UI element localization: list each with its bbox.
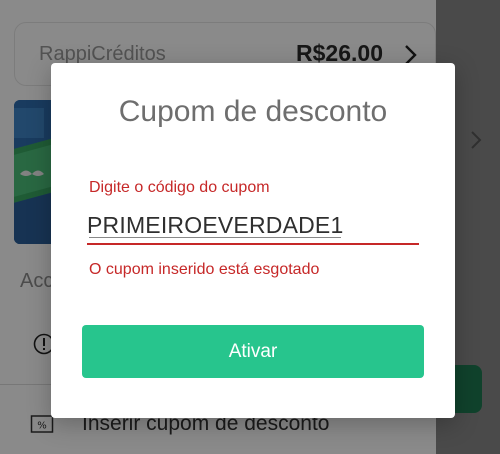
coupon-field-underline: [87, 243, 419, 245]
coupon-dialog: Cupom de desconto Digite o código do cup…: [51, 63, 455, 418]
coupon-field-label: Digite o código do cupom: [89, 179, 270, 196]
coupon-error-message: O cupom inserido está esgotado: [89, 261, 320, 278]
activate-button[interactable]: Ativar: [82, 325, 424, 378]
spellcheck-underline: [89, 236, 341, 238]
dialog-title: Cupom de desconto: [118, 95, 388, 128]
coupon-code-input[interactable]: [87, 206, 419, 244]
